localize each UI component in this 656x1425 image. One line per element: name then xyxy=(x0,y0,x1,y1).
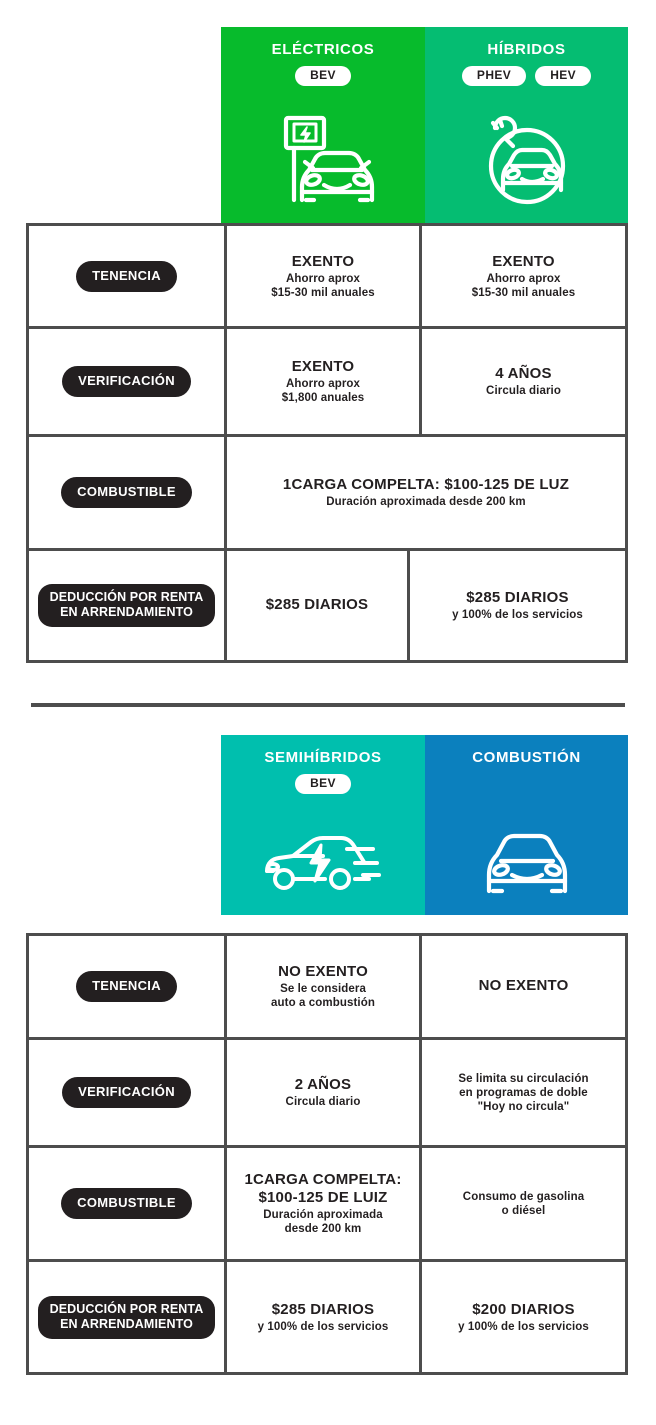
table-row: DEDUCCIÓN POR RENTA EN ARRENDAMIENTO $28… xyxy=(29,551,625,660)
row-label-combustible: COMBUSTIBLE xyxy=(61,477,192,508)
value-sub: Se limita su circulación en programas de… xyxy=(458,1073,589,1113)
header-card-hibridos[interactable]: HÍBRIDOS PHEV HEV xyxy=(425,27,628,223)
table-row: TENENCIA NO EXENTO Se le considera auto … xyxy=(29,936,625,1040)
infographic-sheet: ELÉCTRICOS BEV HÍBRIDOS PHEV HEV TENENCI… xyxy=(0,0,656,1425)
value-cell: EXENTO Ahorro aprox $15-30 mil anuales xyxy=(227,226,422,326)
value-main: NO EXENTO xyxy=(478,977,569,994)
header-band-mildhybrid-combustion: SEMIHÍBRIDOS BEV COMBUSTIÓN xyxy=(221,735,628,915)
header-title-semihibridos: SEMIHÍBRIDOS xyxy=(264,749,382,766)
badge-bev: BEV xyxy=(295,66,351,86)
header-badges-semihibridos: BEV xyxy=(295,774,351,794)
header-badges-electricos: BEV xyxy=(295,66,351,86)
row-label-tenencia: TENENCIA xyxy=(76,971,177,1002)
row-label-verificacion: VERIFICACIÓN xyxy=(62,1077,191,1108)
value-main: 4 AÑOS xyxy=(495,365,552,382)
value-cell: $285 DIARIOS xyxy=(227,551,410,660)
header-title-combustion: COMBUSTIÓN xyxy=(472,749,581,766)
combustion-car-front-icon xyxy=(475,804,579,915)
value-cell: EXENTO Ahorro aprox $15-30 mil anuales xyxy=(422,226,625,326)
ev-charging-station-car-icon xyxy=(264,96,382,223)
row-label-verificacion: VERIFICACIÓN xyxy=(62,366,191,397)
row-label-cell: VERIFICACIÓN xyxy=(29,329,227,434)
value-sub: Ahorro aprox $15-30 mil anuales xyxy=(271,272,375,299)
header-card-semihibridos[interactable]: SEMIHÍBRIDOS BEV xyxy=(221,735,425,915)
table-electric-hybrid: TENENCIA EXENTO Ahorro aprox $15-30 mil … xyxy=(26,223,628,663)
row-label-cell: TENENCIA xyxy=(29,936,227,1037)
value-main: $285 DIARIOS xyxy=(466,589,569,606)
row-label-deduccion: DEDUCCIÓN POR RENTA EN ARRENDAMIENTO xyxy=(37,1295,216,1339)
value-main: $200 DIARIOS xyxy=(472,1300,575,1318)
row-label-cell: DEDUCCIÓN POR RENTA EN ARRENDAMIENTO xyxy=(29,1262,227,1372)
value-main: 1CARGA COMPELTA: $100-125 DE LUIZ xyxy=(244,1171,402,1206)
table-row: DEDUCCIÓN POR RENTA EN ARRENDAMIENTO $28… xyxy=(29,1262,625,1372)
table-mildhybrid-combustion: TENENCIA NO EXENTO Se le considera auto … xyxy=(26,933,628,1375)
header-card-electricos[interactable]: ELÉCTRICOS BEV xyxy=(221,27,425,223)
row-label-cell: TENENCIA xyxy=(29,226,227,326)
row-label-cell: DEDUCCIÓN POR RENTA EN ARRENDAMIENTO xyxy=(29,551,227,660)
value-sub: Circula diario xyxy=(486,385,561,397)
value-sub: Se le considera auto a combustión xyxy=(271,983,375,1009)
header-band-electric-hybrid: ELÉCTRICOS BEV HÍBRIDOS PHEV HEV xyxy=(221,27,628,223)
row-label-cell: VERIFICACIÓN xyxy=(29,1040,227,1145)
value-main: NO EXENTO xyxy=(278,963,368,980)
header-badges-hibridos: PHEV HEV xyxy=(461,66,592,86)
value-cell: NO EXENTO Se le considera auto a combust… xyxy=(227,936,422,1037)
table-row: VERIFICACIÓN 2 AÑOS Circula diario Se li… xyxy=(29,1040,625,1148)
row-label-combustible: COMBUSTIBLE xyxy=(61,1188,192,1219)
header-title-hibridos: HÍBRIDOS xyxy=(487,41,566,58)
value-cell-merged: 1CARGA COMPELTA: $100-125 DE LUZ Duració… xyxy=(227,437,625,548)
value-main: EXENTO xyxy=(291,252,355,270)
value-sub: Duración aproximada desde 200 km xyxy=(326,496,526,508)
value-cell: 2 AÑOS Circula diario xyxy=(227,1040,422,1145)
badge-phev: PHEV xyxy=(461,66,527,86)
row-label-cell: COMBUSTIBLE xyxy=(29,1148,227,1259)
value-cell: 4 AÑOS Circula diario xyxy=(422,329,625,434)
table-row: VERIFICACIÓN EXENTO Ahorro aprox $1,800 … xyxy=(29,329,625,437)
plug-in-hybrid-car-circle-icon xyxy=(473,96,581,223)
table-row: COMBUSTIBLE 1CARGA COMPELTA: $100-125 DE… xyxy=(29,1148,625,1262)
value-main: $285 DIARIOS xyxy=(265,596,369,613)
value-main: EXENTO xyxy=(291,358,355,375)
table-row: TENENCIA EXENTO Ahorro aprox $15-30 mil … xyxy=(29,226,625,329)
value-cell: $200 DIARIOS y 100% de los servicios xyxy=(422,1262,625,1372)
value-main: 1CARGA COMPELTA: $100-125 DE LUZ xyxy=(282,476,570,493)
value-cell: 1CARGA COMPELTA: $100-125 DE LUIZ Duraci… xyxy=(227,1148,422,1259)
value-cell: Se limita su circulación en programas de… xyxy=(422,1040,625,1145)
table-row: COMBUSTIBLE 1CARGA COMPELTA: $100-125 DE… xyxy=(29,437,625,551)
value-cell: $285 DIARIOS y 100% de los servicios xyxy=(227,1262,422,1372)
value-cell: $285 DIARIOS y 100% de los servicios xyxy=(410,551,625,660)
value-sub: y 100% de los servicios xyxy=(452,609,583,621)
section-separator xyxy=(31,703,625,707)
mild-hybrid-car-bolt-icon xyxy=(259,804,387,915)
value-sub: Ahorro aprox $15-30 mil anuales xyxy=(471,272,576,299)
row-label-deduccion: DEDUCCIÓN POR RENTA EN ARRENDAMIENTO xyxy=(37,584,216,627)
value-cell: EXENTO Ahorro aprox $1,800 anuales xyxy=(227,329,422,434)
badge-bev: BEV xyxy=(295,774,351,794)
value-sub: Circula diario xyxy=(285,1096,361,1108)
header-title-electricos: ELÉCTRICOS xyxy=(271,41,375,58)
header-card-combustion[interactable]: COMBUSTIÓN xyxy=(425,735,628,915)
value-sub: y 100% de los servicios xyxy=(458,1320,589,1333)
row-label-tenencia: TENENCIA xyxy=(76,260,177,292)
value-sub: Consumo de gasolina o diésel xyxy=(462,1191,585,1217)
value-cell: Consumo de gasolina o diésel xyxy=(422,1148,625,1259)
value-sub: Duración aproximada desde 200 km xyxy=(263,1209,383,1235)
value-main: $285 DIARIOS xyxy=(271,1300,375,1318)
value-sub: y 100% de los servicios xyxy=(257,1320,389,1333)
row-label-cell: COMBUSTIBLE xyxy=(29,437,227,548)
value-main: EXENTO xyxy=(492,252,555,270)
value-main: 2 AÑOS xyxy=(294,1076,352,1093)
value-cell: NO EXENTO xyxy=(422,936,625,1037)
value-sub: Ahorro aprox $1,800 anuales xyxy=(281,378,365,404)
badge-hev: HEV xyxy=(535,66,592,86)
